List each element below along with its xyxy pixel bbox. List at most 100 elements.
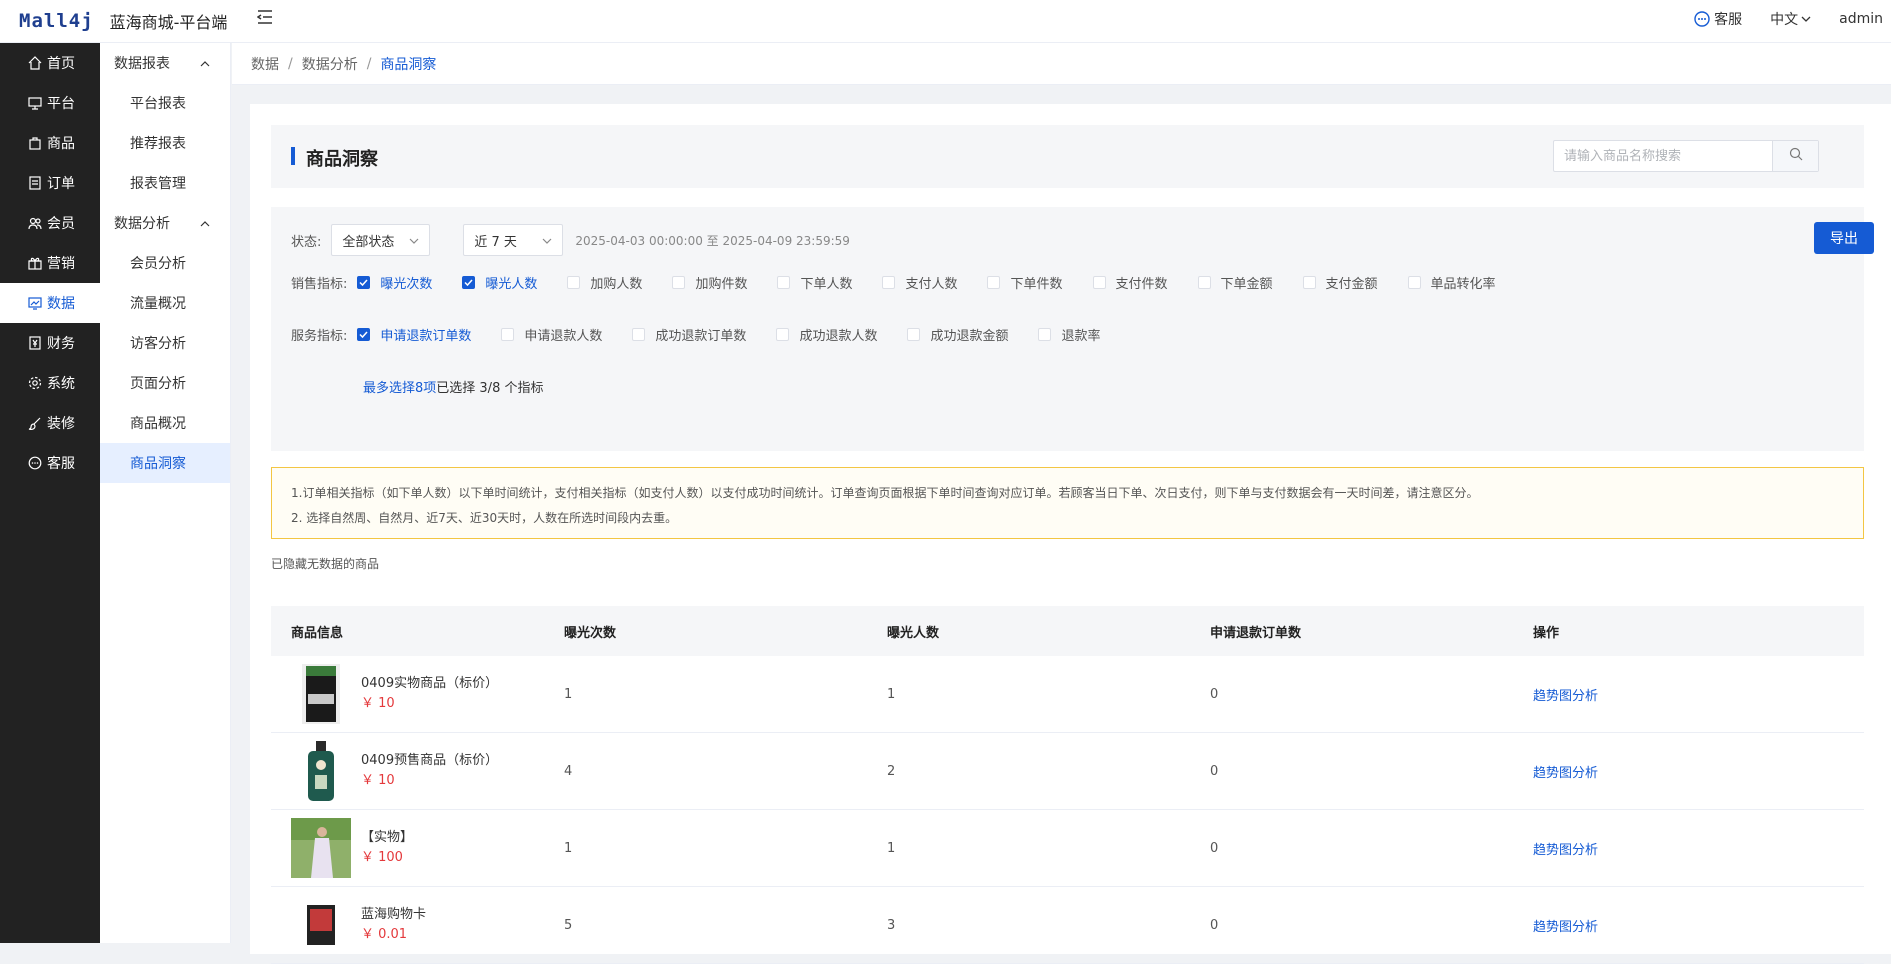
- product-name: 蓝海购物卡: [361, 907, 427, 922]
- sidebar-item-decoration[interactable]: 装修: [0, 403, 100, 443]
- service-metrics-group: 申请退款订单数 申请退款人数 成功退款订单数 成功退款人数 成功退款金额 退款率: [357, 325, 1130, 344]
- breadcrumb-item[interactable]: 数据: [251, 54, 279, 74]
- column-header-exposure: 曝光次数: [564, 625, 617, 641]
- sales-metrics-row: 销售指标: 曝光次数 曝光人数 加购人数 加购件数 下单人数 支付人数 下单件数 支付件数 下单…: [291, 273, 1526, 292]
- subnav-group-analysis[interactable]: 数据分析: [100, 203, 230, 243]
- metric-checkbox[interactable]: 支付金额: [1302, 273, 1378, 292]
- chevron-down-icon: [1801, 16, 1811, 22]
- sidebar-item-products[interactable]: 商品: [0, 123, 100, 163]
- gear-icon: [27, 375, 43, 391]
- metric-checkbox[interactable]: 下单件数: [987, 273, 1063, 292]
- checkbox-checked-icon: [357, 276, 371, 289]
- metric-checkbox[interactable]: 成功退款人数: [776, 325, 877, 344]
- sidebar-item-label: 商品: [47, 136, 75, 152]
- breadcrumb-separator: /: [366, 55, 372, 72]
- metric-checkbox[interactable]: 加购人数: [567, 273, 642, 292]
- sales-metrics-label: 销售指标:: [291, 277, 348, 292]
- top-bar: Mall4j 蓝海商城-平台端 客服 中文 admin: [0, 0, 1891, 43]
- breadcrumb: 数据 / 数据分析 / 商品洞察: [232, 43, 1891, 85]
- metric-checkbox[interactable]: 申请退款人数: [501, 325, 602, 344]
- search-button[interactable]: [1772, 141, 1818, 171]
- notice-line-2: 2. 选择自然周、自然月、近7天、近30天时，人数在所选时间段内去重。: [291, 511, 678, 525]
- sidebar-item-system[interactable]: 系统: [0, 363, 100, 403]
- search-input[interactable]: [1554, 141, 1772, 171]
- status-row: 状态: 全部状态 近 7 天 2025-04-03 00:00:00 至 202…: [291, 224, 850, 256]
- metric-checkbox-label: 下单金额: [1220, 277, 1273, 292]
- product-table: 商品信息 曝光次数 曝光人数 申请退款订单数 操作 0409实物商品（标价） ￥…: [271, 606, 1864, 964]
- metric-checkbox[interactable]: 加购件数: [672, 273, 747, 292]
- subnav-group-reports[interactable]: 数据报表: [100, 43, 230, 83]
- product-price: ￥ 0.01: [361, 927, 408, 942]
- sidebar-item-home[interactable]: 首页: [0, 43, 100, 83]
- checkbox-unchecked-icon: [567, 276, 581, 289]
- trend-analysis-link[interactable]: 趋势图分析: [1533, 689, 1598, 704]
- subnav-item-page-analysis[interactable]: 页面分析: [100, 363, 230, 403]
- title-accent-bar: [291, 147, 295, 165]
- subnav-item-traffic-overview[interactable]: 流量概况: [100, 283, 230, 323]
- product-thumbnail: [291, 664, 351, 724]
- sidebar-item-service[interactable]: 客服: [0, 443, 100, 483]
- metric-checkbox[interactable]: 成功退款订单数: [632, 325, 746, 344]
- subnav-item-product-insight[interactable]: 商品洞察: [100, 443, 230, 483]
- breadcrumb-item[interactable]: 数据分析: [302, 54, 358, 74]
- brush-icon: [27, 415, 43, 431]
- metric-checkbox-label: 支付金额: [1325, 277, 1378, 292]
- table-row: 蓝海购物卡 ￥ 0.01 5 3 0 趋势图分析: [271, 887, 1864, 964]
- metric-checkbox[interactable]: 退款率: [1038, 325, 1100, 344]
- subnav-item-member-analysis[interactable]: 会员分析: [100, 243, 230, 283]
- period-select[interactable]: 近 7 天: [463, 224, 564, 256]
- trend-analysis-link[interactable]: 趋势图分析: [1533, 920, 1598, 935]
- chart-icon: [27, 295, 43, 311]
- metric-checkbox-label: 下单件数: [1010, 277, 1063, 292]
- user-menu[interactable]: admin: [1839, 11, 1883, 27]
- exposure-count: 1: [564, 686, 573, 702]
- export-button[interactable]: 导出: [1814, 222, 1874, 254]
- logo[interactable]: Mall4j: [19, 10, 94, 32]
- metric-checkbox[interactable]: 曝光次数: [357, 273, 432, 292]
- sidebar-item-orders[interactable]: 订单: [0, 163, 100, 203]
- chevron-up-icon: [200, 215, 210, 231]
- metric-checkbox[interactable]: 单品转化率: [1407, 273, 1496, 292]
- monitor-icon: [27, 95, 43, 111]
- sidebar-item-finance[interactable]: 财务: [0, 323, 100, 363]
- metric-checkbox[interactable]: 曝光人数: [462, 273, 537, 292]
- metric-checkbox[interactable]: 支付件数: [1092, 273, 1168, 292]
- metric-checkbox[interactable]: 支付人数: [882, 273, 957, 292]
- subnav-item-platform-report[interactable]: 平台报表: [100, 83, 230, 123]
- product-price: ￥ 10: [361, 773, 395, 788]
- trend-analysis-link[interactable]: 趋势图分析: [1533, 766, 1598, 781]
- subnav-item-visitor-analysis[interactable]: 访客分析: [100, 323, 230, 363]
- menu-fold-icon[interactable]: [255, 7, 275, 27]
- sidebar-item-marketing[interactable]: 营销: [0, 243, 100, 283]
- customer-service-button[interactable]: 客服: [1694, 9, 1742, 29]
- subnav-group-label: 数据分析: [114, 216, 170, 232]
- sidebar-item-platform[interactable]: 平台: [0, 83, 100, 123]
- visitor-count: 1: [887, 840, 896, 856]
- app-title: 蓝海商城-平台端: [109, 13, 228, 32]
- language-select[interactable]: 中文: [1770, 9, 1811, 29]
- column-header-visitors: 曝光人数: [887, 625, 940, 641]
- exposure-count: 5: [564, 917, 573, 933]
- trend-analysis-link[interactable]: 趋势图分析: [1533, 843, 1598, 858]
- sidebar-item-label: 系统: [47, 376, 75, 392]
- subnav-item-product-overview[interactable]: 商品概况: [100, 403, 230, 443]
- product-price: ￥ 10: [361, 696, 395, 711]
- sidebar-item-data[interactable]: 数据: [0, 283, 100, 323]
- subnav-item-report-manage[interactable]: 报表管理: [100, 163, 230, 203]
- search-icon: [1789, 147, 1803, 165]
- metric-checkbox[interactable]: 成功退款金额: [907, 325, 1008, 344]
- metric-checkbox[interactable]: 下单人数: [777, 273, 852, 292]
- product-search: [1553, 140, 1819, 172]
- checkbox-unchecked-icon: [777, 276, 791, 289]
- metric-checkbox[interactable]: 下单金额: [1197, 273, 1273, 292]
- chevron-down-icon: [409, 233, 419, 248]
- product-name: 0409预售商品（标价）: [361, 753, 499, 768]
- sidebar-item-members[interactable]: 会员: [0, 203, 100, 243]
- status-select[interactable]: 全部状态: [331, 224, 431, 256]
- metric-checkbox-label: 申请退款人数: [524, 329, 603, 344]
- metric-checkbox[interactable]: 申请退款订单数: [357, 325, 471, 344]
- sidebar-item-label: 订单: [47, 176, 75, 192]
- column-header-product: 商品信息: [291, 625, 344, 641]
- subnav-item-recommend-report[interactable]: 推荐报表: [100, 123, 230, 163]
- service-metrics-label: 服务指标:: [291, 329, 348, 344]
